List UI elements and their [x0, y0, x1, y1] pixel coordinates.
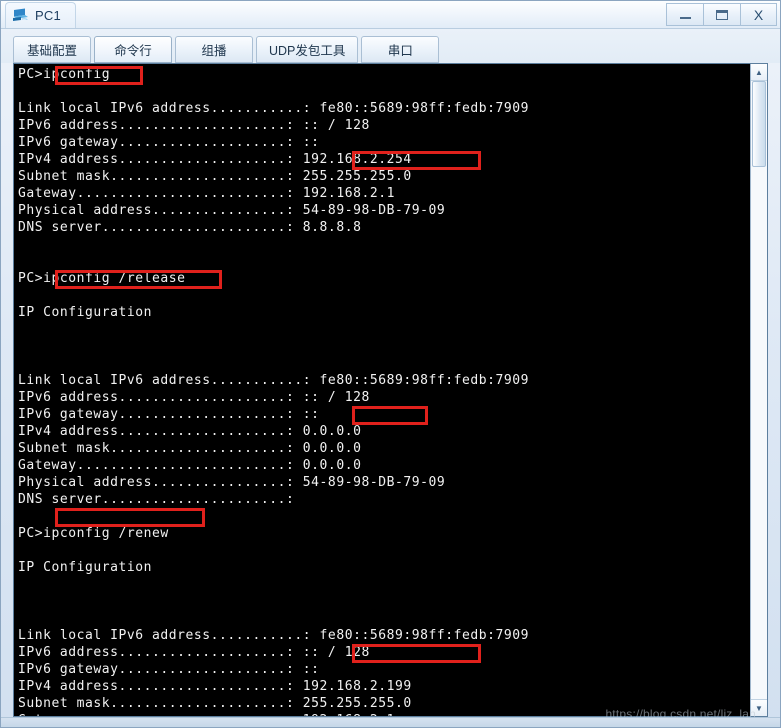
terminal-line: Link local IPv6 address...........: fe80… [18, 373, 529, 388]
terminal-line: IPv6 gateway....................: :: [18, 662, 320, 677]
terminal-line: Subnet mask.....................: 0.0.0.… [18, 441, 362, 456]
terminal-line: PC>ipconfig [18, 67, 111, 82]
terminal-line: Gateway.........................: 192.16… [18, 186, 395, 201]
pc1-window: PC1 X 基础配置 命令行 组播 UDP发包工具 串口 PC>ipconfig Lin… [0, 0, 781, 728]
window-controls: X [666, 3, 777, 26]
tab-label: UDP发包工具 [269, 44, 346, 58]
tab-label: 串口 [387, 44, 413, 58]
close-button[interactable]: X [740, 3, 777, 26]
scroll-down-button[interactable]: ▼ [751, 699, 767, 716]
scrollbar-track[interactable] [751, 81, 767, 699]
terminal-line: DNS server......................: [18, 492, 295, 507]
terminal-line: Subnet mask.....................: 255.25… [18, 169, 412, 184]
terminal-line: Physical address................: 54-89-… [18, 475, 446, 490]
terminal-line: DNS server......................: 8.8.8.… [18, 220, 362, 235]
terminal-line: IPv4 address....................: 192.16… [18, 152, 412, 167]
terminal-line: PC>ipconfig /renew [18, 526, 169, 541]
terminal-line: IPv6 address....................: :: / 1… [18, 118, 370, 133]
tab-strip: 基础配置 命令行 组播 UDP发包工具 串口 [1, 29, 780, 63]
tab-label: 基础配置 [26, 44, 77, 58]
scroll-up-button[interactable]: ▲ [751, 64, 767, 81]
terminal-line: IPv6 address....................: :: / 1… [18, 645, 370, 660]
terminal-line: Link local IPv6 address...........: fe80… [18, 101, 529, 116]
tab-label: 组播 [201, 44, 227, 58]
tab-basic-config[interactable]: 基础配置 [13, 36, 91, 63]
console-panel: PC>ipconfig Link local IPv6 address.....… [13, 63, 768, 717]
minimize-icon [679, 17, 691, 19]
terminal-line: Subnet mask.....................: 255.25… [18, 696, 412, 711]
terminal-line: Link local IPv6 address...........: fe80… [18, 628, 529, 643]
terminal-line: Physical address................: 54-89-… [18, 203, 446, 218]
terminal-line: IPv4 address....................: 192.16… [18, 679, 412, 694]
maximize-icon [716, 9, 728, 20]
terminal-line: IP Configuration [18, 560, 153, 575]
terminal-line: Gateway.........................: 192.16… [18, 712, 750, 716]
window-title-tab[interactable]: PC1 [5, 1, 76, 28]
tab-serial-port[interactable]: 串口 [361, 36, 440, 63]
chevron-up-icon: ▲ [755, 67, 763, 77]
terminal-line: IPv6 gateway....................: :: [18, 135, 320, 150]
status-bar [1, 717, 780, 727]
minimize-button[interactable] [666, 3, 703, 26]
pc-device-icon [12, 7, 30, 23]
terminal-line: IPv6 address....................: :: / 1… [18, 390, 370, 405]
terminal-line: IPv4 address....................: 0.0.0.… [18, 424, 362, 439]
terminal-line: IPv6 gateway....................: :: [18, 407, 320, 422]
maximize-button[interactable] [703, 3, 740, 26]
tab-udp-tool[interactable]: UDP发包工具 [256, 36, 359, 63]
close-icon: X [753, 6, 764, 23]
vertical-scrollbar[interactable]: ▲ ▼ [750, 64, 767, 716]
terminal-line: PC>ipconfig /release [18, 271, 186, 286]
tab-command-line[interactable]: 命令行 [94, 36, 172, 63]
chevron-down-icon: ▼ [755, 703, 763, 713]
window-title: PC1 [35, 7, 61, 23]
terminal-line: Gateway.........................: 0.0.0.… [18, 458, 362, 473]
title-bar: PC1 X [1, 1, 780, 29]
terminal-output[interactable]: PC>ipconfig Link local IPv6 address.....… [14, 64, 750, 716]
tab-multicast[interactable]: 组播 [175, 36, 253, 63]
terminal-line: IP Configuration [18, 305, 153, 320]
tab-label: 命令行 [114, 44, 152, 58]
scrollbar-thumb[interactable] [752, 81, 766, 167]
